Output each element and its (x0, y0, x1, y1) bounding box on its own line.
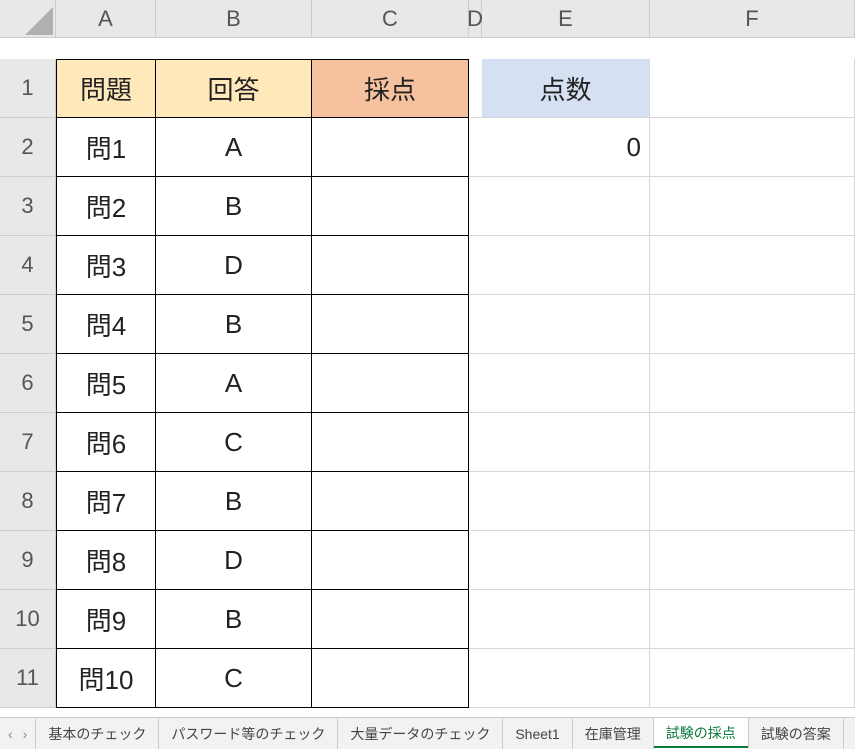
sheet-tab[interactable]: 試験の答案 (749, 718, 844, 749)
cell-B4[interactable]: D (156, 236, 312, 295)
row-header-1[interactable]: 1 (0, 59, 56, 118)
cell-C3[interactable] (312, 177, 469, 236)
cell-B10[interactable]: B (156, 590, 312, 649)
column-header-A[interactable]: A (56, 0, 156, 38)
cell-B6[interactable]: A (156, 354, 312, 413)
sheet-tab[interactable]: 在庫管理 (573, 718, 654, 749)
cell-F6[interactable] (650, 354, 855, 413)
sheet-tab[interactable]: パスワード等のチェック (159, 718, 338, 749)
cell-C5[interactable] (312, 295, 469, 354)
cell-E10[interactable] (482, 590, 650, 649)
cell-E9[interactable] (482, 531, 650, 590)
column-header-D[interactable]: D (469, 0, 482, 38)
row-header-3[interactable]: 3 (0, 177, 56, 236)
cell-E8[interactable] (482, 472, 650, 531)
cell-C1[interactable]: 採点 (312, 59, 469, 118)
row-header-4[interactable]: 4 (0, 236, 56, 295)
cell-F3[interactable] (650, 177, 855, 236)
cell-E4[interactable] (482, 236, 650, 295)
sheet-tab[interactable]: 試験の採点 (654, 718, 749, 749)
cell-B7[interactable]: C (156, 413, 312, 472)
row-header-9[interactable]: 9 (0, 531, 56, 590)
cell-A9[interactable]: 問8 (56, 531, 156, 590)
cell-E3[interactable] (482, 177, 650, 236)
cell-E7[interactable] (482, 413, 650, 472)
cell-E5[interactable] (482, 295, 650, 354)
row-header-7[interactable]: 7 (0, 413, 56, 472)
cell-B11[interactable]: C (156, 649, 312, 708)
cell-F9[interactable] (650, 531, 855, 590)
cell-C7[interactable] (312, 413, 469, 472)
row-header-10[interactable]: 10 (0, 590, 56, 649)
row-header-5[interactable]: 5 (0, 295, 56, 354)
tab-nav-prev-icon[interactable]: ‹ (8, 726, 13, 742)
sheet-tab-bar: ‹ › 基本のチェックパスワード等のチェック大量データのチェックSheet1在庫… (0, 717, 855, 749)
cell-E11[interactable] (482, 649, 650, 708)
cell-A11[interactable]: 問10 (56, 649, 156, 708)
cell-F10[interactable] (650, 590, 855, 649)
cell-A2[interactable]: 問1 (56, 118, 156, 177)
cell-F8[interactable] (650, 472, 855, 531)
cell-A7[interactable]: 問6 (56, 413, 156, 472)
tab-nav-next-icon[interactable]: › (23, 726, 28, 742)
row-header-6[interactable]: 6 (0, 354, 56, 413)
cell-B8[interactable]: B (156, 472, 312, 531)
cell-E6[interactable] (482, 354, 650, 413)
cell-E2[interactable]: 0 (482, 118, 650, 177)
column-header-B[interactable]: B (156, 0, 312, 38)
cell-A4[interactable]: 問3 (56, 236, 156, 295)
column-header-F[interactable]: F (650, 0, 855, 38)
cell-F4[interactable] (650, 236, 855, 295)
sheet-tab[interactable]: 基本のチェック (35, 718, 159, 749)
column-header-E[interactable]: E (482, 0, 650, 38)
cell-A1[interactable]: 問題 (56, 59, 156, 118)
column-header-C[interactable]: C (312, 0, 469, 38)
row-header-11[interactable]: 11 (0, 649, 56, 708)
cell-A5[interactable]: 問4 (56, 295, 156, 354)
cell-F1[interactable] (650, 59, 855, 118)
cell-C8[interactable] (312, 472, 469, 531)
cell-A6[interactable]: 問5 (56, 354, 156, 413)
sheet-tab[interactable]: Sheet1 (503, 718, 572, 749)
cell-C10[interactable] (312, 590, 469, 649)
cell-F5[interactable] (650, 295, 855, 354)
cell-C4[interactable] (312, 236, 469, 295)
cell-C9[interactable] (312, 531, 469, 590)
cell-F7[interactable] (650, 413, 855, 472)
cell-B3[interactable]: B (156, 177, 312, 236)
cell-B5[interactable]: B (156, 295, 312, 354)
cell-A10[interactable]: 問9 (56, 590, 156, 649)
cell-C6[interactable] (312, 354, 469, 413)
cell-A3[interactable]: 問2 (56, 177, 156, 236)
select-all-corner[interactable] (0, 0, 56, 38)
cell-A8[interactable]: 問7 (56, 472, 156, 531)
cell-B1[interactable]: 回答 (156, 59, 312, 118)
row-header-8[interactable]: 8 (0, 472, 56, 531)
cell-F2[interactable] (650, 118, 855, 177)
cell-B9[interactable]: D (156, 531, 312, 590)
cell-C11[interactable] (312, 649, 469, 708)
row-header-2[interactable]: 2 (0, 118, 56, 177)
sheet-tab[interactable]: 大量データのチェック (338, 718, 503, 749)
cell-F11[interactable] (650, 649, 855, 708)
cell-C2[interactable] (312, 118, 469, 177)
cell-E1[interactable]: 点数 (482, 59, 650, 118)
cell-B2[interactable]: A (156, 118, 312, 177)
